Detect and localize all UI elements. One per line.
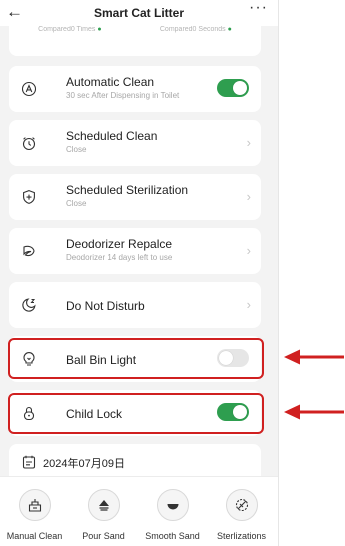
setting-row-scheduled-clean[interactable]: Scheduled Clean Close › — [9, 120, 261, 166]
chevron-right-icon: › — [246, 135, 251, 150]
setting-label: Do Not Disturb — [66, 299, 145, 313]
status-dot-icon: ● — [227, 26, 232, 33]
moon-icon — [21, 297, 37, 313]
setting-subtitle: Deodorizer 14 days left to use — [66, 253, 173, 262]
pour-sand-icon — [87, 489, 120, 521]
smooth-sand-icon — [156, 489, 189, 521]
calendar-icon — [21, 454, 37, 470]
setting-label: Scheduled Sterilization — [66, 183, 189, 197]
date-text: 2024年07月09日 — [43, 458, 125, 470]
tab-label: Smooth Sand — [145, 531, 200, 541]
leaf-icon — [21, 243, 37, 259]
annotation-highlight-box — [8, 393, 264, 434]
automatic-clean-toggle[interactable] — [217, 79, 249, 97]
more-options-button[interactable]: ··· — [249, 0, 268, 16]
setting-subtitle: Close — [66, 199, 87, 208]
tab-manual-clean[interactable]: Manual Clean — [0, 477, 69, 541]
sterilization-icon — [225, 489, 258, 521]
tab-sterilizations[interactable]: Sterlizations — [207, 477, 276, 541]
annotation-arrow-icon — [284, 404, 344, 420]
page-title: Smart Cat Litter — [93, 6, 185, 20]
tab-label: Sterlizations — [216, 531, 267, 541]
setting-row-do-not-disturb[interactable]: Do Not Disturb › — [9, 282, 261, 328]
tab-pour-sand[interactable]: Pour Sand — [69, 477, 138, 541]
annotation-highlight-box — [8, 338, 264, 379]
tab-label: Pour Sand — [82, 531, 125, 541]
status-dot-icon: ● — [97, 26, 102, 33]
setting-subtitle: Close — [66, 145, 87, 154]
alarm-clock-icon — [21, 135, 37, 151]
chevron-right-icon: › — [246, 297, 251, 312]
tab-label: Manual Clean — [6, 531, 63, 541]
tab-smooth-sand[interactable]: Smooth Sand — [138, 477, 207, 541]
setting-row-scheduled-sterilization[interactable]: Scheduled Sterilization Close › — [9, 174, 261, 220]
top-bar: ← Smart Cat Litter ··· — [0, 0, 278, 26]
shield-plus-icon — [21, 189, 37, 205]
stats-right-text: Compared0 Seconds — [159, 26, 226, 33]
setting-row-deodorizer-replace[interactable]: Deodorizer Repalce Deodorizer 14 days le… — [9, 228, 261, 274]
setting-label: Automatic Clean — [66, 75, 155, 89]
chevron-right-icon: › — [246, 189, 251, 204]
manual-clean-icon — [18, 489, 51, 521]
annotation-arrow-icon — [284, 349, 344, 365]
setting-row-automatic-clean[interactable]: Automatic Clean 30 sec After Dispensing … — [9, 66, 261, 112]
app-screen: ← Smart Cat Litter ··· Compared0 Times ●… — [0, 0, 279, 546]
setting-label: Deodorizer Repalce — [66, 237, 173, 251]
chevron-right-icon: › — [246, 243, 251, 258]
auto-clean-icon — [21, 81, 37, 97]
stats-left-text: Compared0 Times — [38, 26, 96, 33]
setting-label: Scheduled Clean — [66, 129, 158, 143]
bottom-action-bar: Manual Clean Pour Sand Smooth Sand Sterl… — [0, 476, 278, 546]
setting-subtitle: 30 sec After Dispensing in Toilet — [66, 91, 180, 100]
